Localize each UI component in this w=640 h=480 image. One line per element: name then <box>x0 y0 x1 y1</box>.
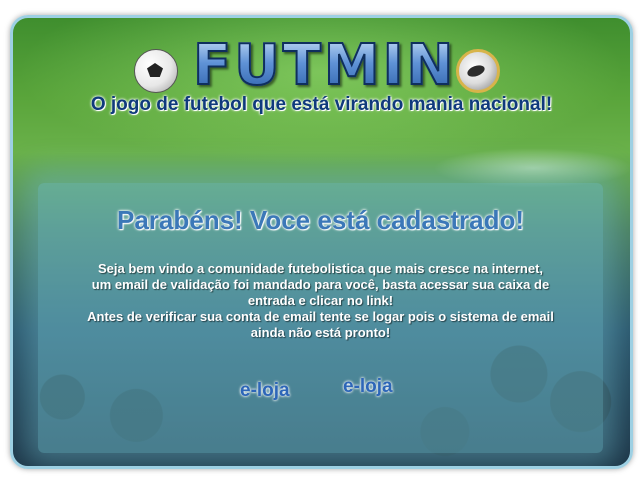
message-line: Antes de verificar sua conta de email te… <box>87 309 554 324</box>
message-line: entrada e clicar no link! <box>247 293 394 308</box>
message-line: um email de validação foi mandado para v… <box>91 277 550 292</box>
message-line: Seja bem vindo a comunidade futebolistic… <box>97 261 544 276</box>
page-frame: FUTMIN O jogo de futebol que está virand… <box>10 15 633 469</box>
stadium-lights <box>433 148 630 188</box>
message-line: ainda não está pronto! <box>250 325 391 340</box>
e-loja-link-2[interactable]: e-loja <box>343 376 393 398</box>
confirmation-message: Seja bem vindo a comunidade futebolistic… <box>58 261 583 341</box>
logo-text: FUTMIN <box>192 33 457 98</box>
tagline: O jogo de futebol que está virando mania… <box>90 94 553 115</box>
soccer-ball-badge-icon <box>456 49 500 93</box>
soccer-ball-icon <box>134 49 178 93</box>
logo-header: FUTMIN <box>13 28 630 97</box>
e-loja-link-1[interactable]: e-loja <box>240 380 290 402</box>
confirmation-title: Parabéns! Voce está cadastrado! <box>116 205 525 235</box>
confirmation-panel: Parabéns! Voce está cadastrado! Seja bem… <box>38 183 603 453</box>
